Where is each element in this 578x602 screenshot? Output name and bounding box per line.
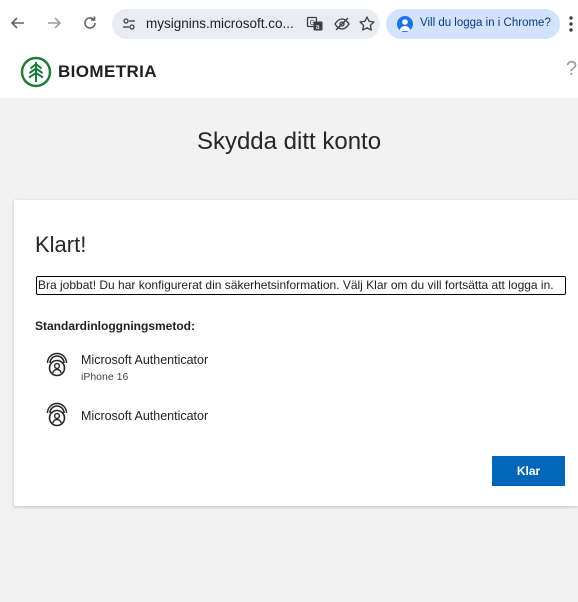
svg-text:G: G — [310, 19, 315, 27]
site-header: BIOMETRIA ? — [0, 46, 578, 98]
forward-icon[interactable] — [44, 13, 64, 33]
more-menu-icon[interactable] — [566, 14, 576, 34]
authenticator-icon — [46, 352, 68, 378]
sign-in-prompt: Vill du logga in i Chrome? — [420, 17, 551, 29]
site-settings-icon[interactable] — [122, 17, 136, 31]
completion-message: Bra jobbat! Du har konfigurerat din säke… — [36, 276, 566, 295]
done-button[interactable]: Klar — [492, 456, 565, 486]
method-item: Microsoft Authenticator — [46, 402, 446, 442]
address-bar[interactable]: mysignins.microsoft.co... Ga — [112, 9, 380, 39]
method-item: Microsoft Authenticator iPhone 16 — [46, 352, 446, 392]
translate-icon[interactable]: Ga — [306, 15, 324, 33]
back-icon[interactable] — [8, 13, 28, 33]
authenticator-icon — [46, 402, 68, 428]
bookmark-star-icon[interactable] — [358, 15, 376, 33]
browser-toolbar: mysignins.microsoft.co... Ga Vill du log… — [0, 0, 578, 46]
default-method-label: Standardinloggningsmetod: — [35, 319, 195, 333]
reload-icon[interactable] — [80, 13, 100, 33]
brand-name: BIOMETRIA — [58, 62, 157, 81]
completion-card: Klart! Bra jobbat! Du har konfigurerat d… — [14, 200, 578, 506]
profile-avatar-icon — [397, 16, 413, 32]
svg-text:a: a — [316, 23, 320, 31]
chrome-sign-in-chip[interactable]: Vill du logga in i Chrome? — [386, 9, 560, 39]
help-icon[interactable]: ? — [566, 58, 577, 81]
method-device: iPhone 16 — [81, 371, 129, 383]
method-name: Microsoft Authenticator — [81, 409, 209, 423]
page-title: Skydda ditt konto — [196, 128, 382, 155]
url-text[interactable]: mysignins.microsoft.co... — [146, 16, 294, 31]
card-heading: Klart! — [35, 232, 87, 257]
method-name: Microsoft Authenticator — [81, 353, 209, 367]
biometria-logo-icon — [20, 56, 52, 88]
tracking-protection-icon[interactable] — [333, 15, 351, 33]
